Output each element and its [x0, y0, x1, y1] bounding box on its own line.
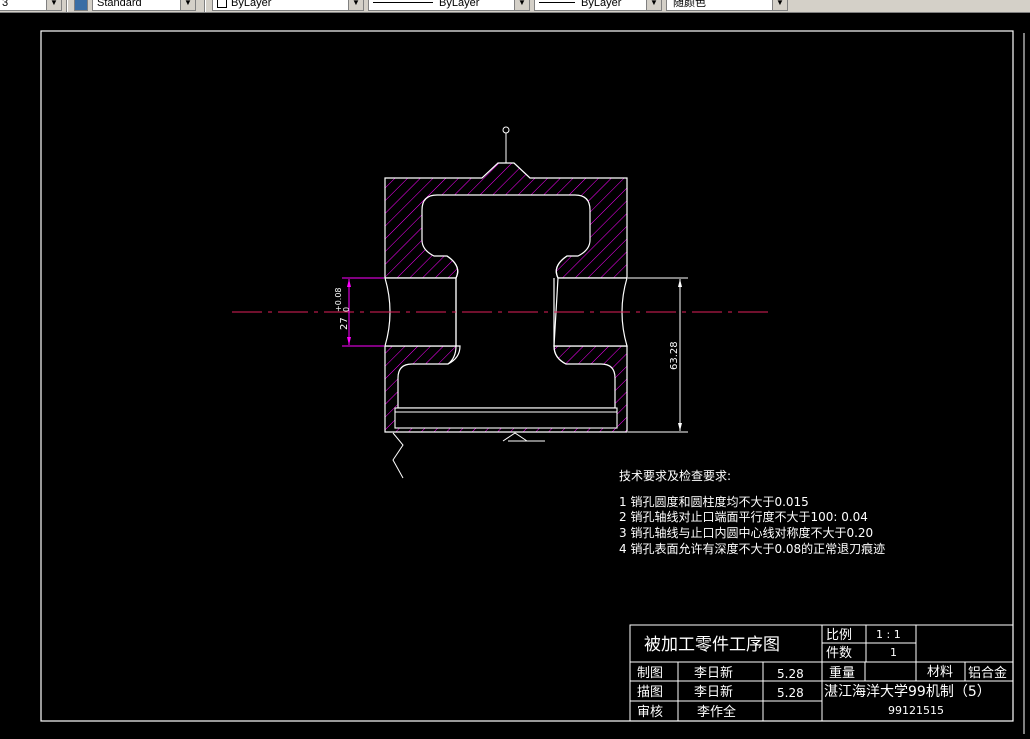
role-label: 制图	[637, 666, 663, 681]
chevron-down-icon[interactable]: ▼	[348, 0, 363, 10]
tech-req-title: 技术要求及检查要求:	[619, 468, 731, 483]
linetype-value: ByLayer	[439, 0, 480, 9]
tech-req-item: 3 销孔轴线与止口内圆中心线对称度不大于0.20	[619, 525, 873, 540]
toolbar-separator	[66, 0, 68, 12]
tech-req-item: 2 销孔轴线对止口端面平行度不大于100: 0.04	[619, 509, 868, 524]
person-name: 李作全	[697, 704, 736, 720]
text-style-icon[interactable]	[74, 0, 88, 11]
layer-dropdown[interactable]: ByLayer ▼	[212, 0, 364, 11]
role-label: 描图	[637, 685, 663, 700]
toolbar-separator	[204, 0, 206, 12]
material-label: 材料	[927, 665, 953, 680]
drawing-title: 被加工零件工序图	[644, 635, 780, 655]
person-name: 李日新	[694, 684, 733, 700]
bottom-lip	[394, 407, 618, 429]
bottom-support-symbol	[502, 432, 545, 442]
top-datum-circle	[502, 126, 510, 134]
chevron-down-icon[interactable]: ▼	[646, 0, 661, 10]
color-dropdown[interactable]: 随颜色 ▼	[666, 0, 788, 11]
count-value: 1	[890, 646, 897, 659]
text-style-value: Standard	[97, 0, 142, 9]
lineweight-value: ByLayer	[581, 0, 622, 9]
linetype-scale-dropdown[interactable]: 3 ▼	[0, 0, 62, 11]
tech-requirements: 技术要求及检查要求: 1 销孔圆度和圆柱度均不大于0.015 2 销孔轴线对止口…	[619, 468, 885, 556]
role-label: 审核	[637, 705, 663, 720]
person-name: 李日新	[694, 665, 733, 681]
part-upper-hatch	[384, 162, 628, 279]
date-value: 5.28	[777, 667, 804, 681]
date-value: 5.28	[777, 686, 804, 700]
hole-dim-tolerance-base: 0	[342, 307, 351, 312]
chevron-down-icon[interactable]: ▼	[514, 0, 529, 10]
linetype-sample	[373, 2, 433, 3]
linetype-dropdown[interactable]: ByLayer ▼	[368, 0, 530, 11]
linetype-scale-value: 3	[2, 0, 9, 9]
drawing-border	[40, 30, 1014, 722]
height-dim-value: 63.28	[669, 341, 680, 370]
drawing-svg: 27 +0.08 0 63.28 技术要求及检查要求: 1 销孔圆度和圆柱度均不…	[40, 30, 1025, 734]
student-id: 99121515	[888, 704, 944, 717]
chevron-down-icon[interactable]: ▼	[772, 0, 787, 10]
layer-value: ByLayer	[231, 0, 272, 9]
drawing-canvas[interactable]: 27 +0.08 0 63.28 技术要求及检查要求: 1 销孔圆度和圆柱度均不…	[0, 12, 1030, 734]
chevron-down-icon[interactable]: ▼	[180, 0, 195, 10]
lineweight-sample	[539, 2, 575, 3]
scale-value: 1 : 1	[876, 628, 901, 641]
clamp-symbol	[392, 432, 404, 479]
central-neck	[446, 255, 568, 365]
hole-dim-value: 27	[339, 317, 350, 330]
layer-color-swatch	[217, 0, 227, 8]
weight-label: 重量	[829, 665, 855, 681]
lineweight-dropdown[interactable]: ByLayer ▼	[534, 0, 662, 11]
scale-label: 比例	[826, 628, 852, 643]
tech-req-item: 1 销孔圆度和圆柱度均不大于0.015	[619, 494, 809, 509]
text-style-dropdown[interactable]: Standard ▼	[92, 0, 196, 11]
tech-req-item: 4 销孔表面允许有深度不大于0.08的正常退刀痕迹	[619, 541, 885, 556]
school-label: 湛江海洋大学99机制（5）	[824, 684, 991, 700]
material-value: 铝合金	[968, 665, 1007, 681]
count-label: 件数	[826, 646, 852, 661]
color-value: 随颜色	[673, 0, 706, 9]
chevron-down-icon[interactable]: ▼	[46, 0, 61, 10]
